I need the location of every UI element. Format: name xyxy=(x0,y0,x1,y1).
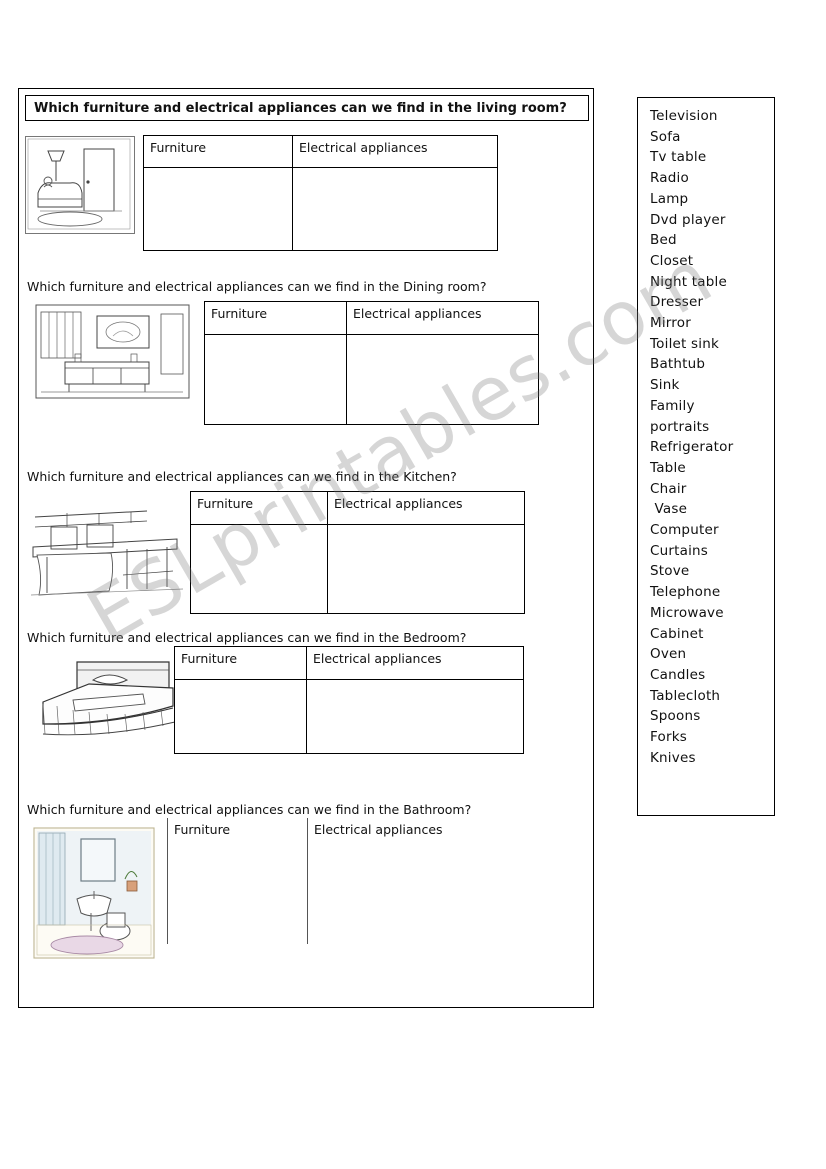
answer-cell-furniture[interactable] xyxy=(143,167,293,251)
answer-cell-furniture[interactable] xyxy=(204,334,347,425)
answer-cell-appliances[interactable] xyxy=(327,524,525,614)
word-bank-item: Curtains xyxy=(650,542,709,559)
column-header-furniture: Furniture xyxy=(204,301,347,335)
word-bank-item: Sofa xyxy=(650,128,681,145)
answer-table-dining-room: Furniture Electrical appliances xyxy=(204,301,539,425)
table-answer-row xyxy=(167,850,526,944)
word-bank-item: Forks xyxy=(650,729,687,746)
question-bathroom: Which furniture and electrical appliance… xyxy=(27,802,472,817)
word-bank-item: Spoons xyxy=(650,708,701,725)
word-bank-item: Night table xyxy=(650,273,727,290)
column-header-furniture: Furniture xyxy=(143,135,293,168)
word-bank-item: Microwave xyxy=(650,604,724,621)
word-bank-item: Tablecloth xyxy=(650,687,721,704)
word-bank-item: Closet xyxy=(650,252,694,269)
question-living-room: Which furniture and electrical appliance… xyxy=(25,95,589,121)
bathroom-illustration xyxy=(33,827,155,959)
table-answer-row xyxy=(143,167,498,251)
word-bank-panel: Television Sofa Tv table Radio Lamp Dvd … xyxy=(637,97,775,816)
word-bank-item: Computer xyxy=(650,522,719,539)
question-bedroom: Which furniture and electrical appliance… xyxy=(27,630,467,645)
word-bank-item: Oven xyxy=(650,646,687,663)
answer-table-bathroom: Furniture Electrical appliances xyxy=(167,818,526,944)
answer-table-bedroom: Furniture Electrical appliances xyxy=(174,646,524,754)
word-bank-item: Candles xyxy=(650,666,706,683)
word-bank-item: Family xyxy=(650,397,695,414)
answer-cell-appliances[interactable] xyxy=(292,167,498,251)
question-kitchen: Which furniture and electrical appliance… xyxy=(27,469,457,484)
table-header-row: Furniture Electrical appliances xyxy=(167,818,526,850)
question-dining-room: Which furniture and electrical appliance… xyxy=(27,279,487,294)
answer-cell-furniture[interactable] xyxy=(167,850,308,944)
answer-cell-furniture[interactable] xyxy=(174,679,307,754)
table-answer-row xyxy=(190,524,525,614)
word-bank-item: Bed xyxy=(650,232,677,249)
word-bank-item: Vase xyxy=(650,501,688,518)
word-bank-item: Stove xyxy=(650,563,690,580)
answer-cell-furniture[interactable] xyxy=(190,524,328,614)
column-header-furniture: Furniture xyxy=(167,818,308,850)
answer-cell-appliances[interactable] xyxy=(307,850,526,944)
table-header-row: Furniture Electrical appliances xyxy=(190,491,525,525)
word-bank-item: Lamp xyxy=(650,190,689,207)
table-answer-row xyxy=(204,334,539,425)
word-bank-item: Toilet sink xyxy=(650,335,719,352)
column-header-appliances: Electrical appliances xyxy=(306,646,524,680)
word-bank-item: Table xyxy=(650,459,686,476)
word-bank-item: Knives xyxy=(650,749,696,766)
word-bank-item: Tv table xyxy=(650,149,707,166)
word-bank-item: Refrigerator xyxy=(650,439,734,456)
table-answer-row xyxy=(174,679,524,754)
table-header-row: Furniture Electrical appliances xyxy=(204,301,539,335)
answer-cell-appliances[interactable] xyxy=(306,679,524,754)
worksheet-panel: Which furniture and electrical appliance… xyxy=(18,88,594,1008)
word-bank-item: Television xyxy=(650,108,718,124)
column-header-appliances: Electrical appliances xyxy=(292,135,498,168)
word-bank-item: portraits xyxy=(650,418,710,435)
word-bank-item: Mirror xyxy=(650,315,691,332)
dining-room-illustration xyxy=(35,304,190,399)
word-bank-item: Telephone xyxy=(650,584,721,601)
word-bank-item: Sink xyxy=(650,377,680,394)
answer-table-kitchen: Furniture Electrical appliances xyxy=(190,491,525,614)
bedroom-illustration xyxy=(33,654,181,742)
column-header-appliances: Electrical appliances xyxy=(346,301,539,335)
word-bank-item: Radio xyxy=(650,170,689,187)
word-bank-item: Cabinet xyxy=(650,625,704,642)
table-header-row: Furniture Electrical appliances xyxy=(174,646,524,680)
column-header-furniture: Furniture xyxy=(174,646,307,680)
column-header-appliances: Electrical appliances xyxy=(327,491,525,525)
living-room-illustration xyxy=(25,136,135,234)
column-header-furniture: Furniture xyxy=(190,491,328,525)
kitchen-illustration xyxy=(27,497,187,601)
column-header-appliances: Electrical appliances xyxy=(307,818,526,850)
word-bank-item: Chair xyxy=(650,480,687,497)
word-bank-item: Dvd player xyxy=(650,211,726,228)
word-bank-item: Bathtub xyxy=(650,356,706,373)
table-header-row: Furniture Electrical appliances xyxy=(143,135,498,168)
word-bank-item: Dresser xyxy=(650,294,704,311)
answer-cell-appliances[interactable] xyxy=(346,334,539,425)
answer-table-living-room: Furniture Electrical appliances xyxy=(143,135,498,251)
